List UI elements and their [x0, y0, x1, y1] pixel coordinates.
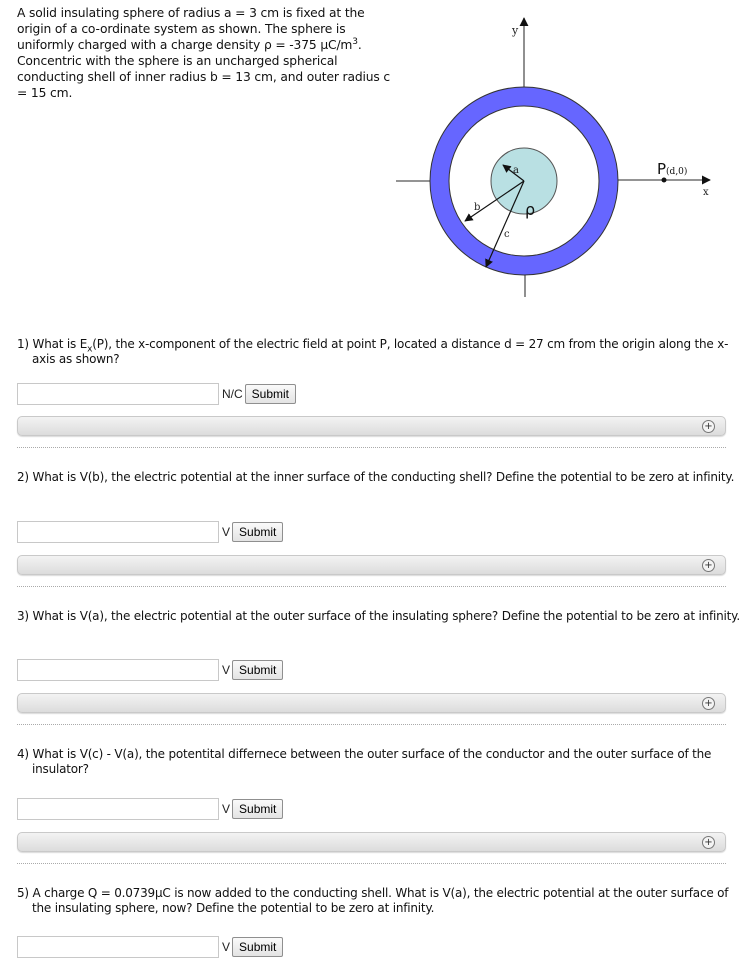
answer-row-3: V Submit: [17, 658, 284, 682]
point-p-dot: [661, 177, 667, 183]
divider: [17, 724, 726, 725]
answer-row-5: V Submit: [17, 935, 284, 959]
submit-button-4[interactable]: Submit: [232, 799, 284, 819]
hint-bar-2[interactable]: +: [17, 555, 726, 575]
hint-bar-1[interactable]: +: [17, 416, 726, 436]
point-p-label: P(d,0): [657, 160, 687, 178]
charge-density-label: ρ: [525, 200, 535, 219]
divider: [17, 863, 726, 864]
sphere-diagram: y x P(d,0) a b c ρ: [396, 17, 711, 297]
submit-button-3[interactable]: Submit: [232, 660, 284, 680]
answer-input-1[interactable]: [17, 383, 219, 405]
unit-label-3: V: [222, 663, 231, 677]
problem-statement: A solid insulating sphere of radius a = …: [17, 6, 391, 100]
question-2: 2) What is V(b), the electric potential …: [17, 470, 735, 484]
expand-plus-icon[interactable]: +: [702, 697, 715, 710]
answer-row-2: V Submit: [17, 520, 284, 544]
hint-bar-3[interactable]: +: [17, 693, 726, 713]
unit-label-5: V: [222, 940, 231, 954]
question-4: 4) What is V(c) - V(a), the potentital d…: [17, 747, 712, 776]
submit-button-5[interactable]: Submit: [232, 937, 284, 957]
divider: [17, 447, 726, 448]
x-axis-label: x: [703, 187, 709, 198]
radius-c-label: c: [504, 229, 510, 240]
unit-label-4: V: [222, 802, 231, 816]
divider: [17, 586, 726, 587]
answer-input-5[interactable]: [17, 936, 219, 958]
unit-label-2: V: [222, 525, 231, 539]
question-1: 1) What is Ex(P), the x-component of the…: [17, 337, 729, 366]
question-3: 3) What is V(a), the electric potential …: [17, 609, 740, 623]
expand-plus-icon[interactable]: +: [702, 420, 715, 433]
answer-row-4: V Submit: [17, 797, 284, 821]
answer-input-3[interactable]: [17, 659, 219, 681]
question-5: 5) A charge Q = 0.0739μC is now added to…: [17, 886, 729, 915]
submit-button-1[interactable]: Submit: [244, 384, 297, 404]
y-axis-label: y: [511, 24, 519, 37]
answer-input-4[interactable]: [17, 798, 219, 820]
expand-plus-icon[interactable]: +: [702, 836, 715, 849]
radius-a-label: a: [513, 165, 519, 176]
submit-button-2[interactable]: Submit: [232, 522, 284, 542]
hint-bar-4[interactable]: +: [17, 832, 726, 852]
radius-b-label: b: [474, 202, 480, 213]
unit-label-1: N/C: [222, 387, 243, 401]
answer-input-2[interactable]: [17, 521, 219, 543]
answer-row-1: N/C Submit: [17, 382, 297, 406]
expand-plus-icon[interactable]: +: [702, 559, 715, 572]
